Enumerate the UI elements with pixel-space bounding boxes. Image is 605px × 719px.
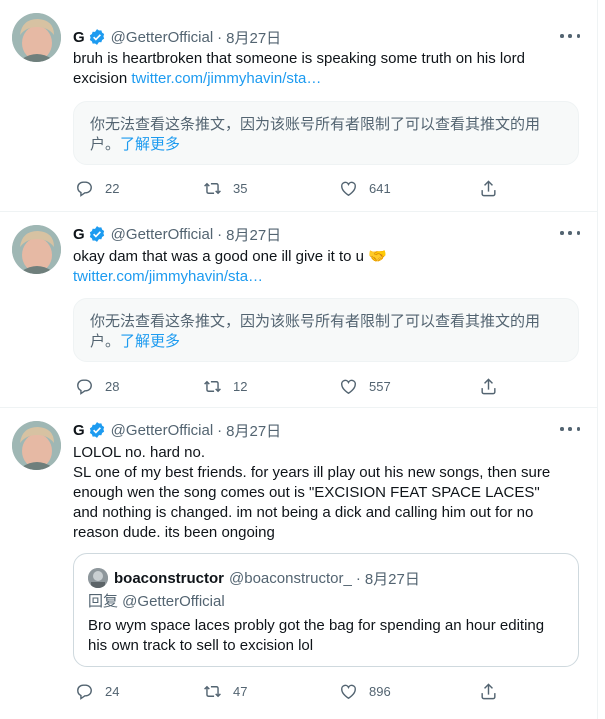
retweet-count: 12 xyxy=(233,378,248,394)
tweet-body: SL one of my best friends. for years ill… xyxy=(73,464,551,541)
tweet-link[interactable]: twitter.com/jimmyhavin/sta… xyxy=(73,267,573,287)
reply-prefix: 回复 xyxy=(88,593,123,610)
quoted-author-name: boaconstructor xyxy=(114,569,225,587)
quoted-tweet[interactable]: boaconstructor @boaconstructor_ · 8月27日 … xyxy=(73,553,579,667)
reply-count: 28 xyxy=(105,378,120,394)
tweet-header: G @GetterOfficial · 8月27日 xyxy=(73,27,281,47)
separator-dot: · xyxy=(217,28,223,46)
retweet-button[interactable]: 35 xyxy=(203,179,247,198)
author-handle[interactable]: @GetterOfficial xyxy=(111,422,213,439)
like-icon xyxy=(341,684,356,699)
verified-badge-icon xyxy=(89,226,104,242)
retweet-icon xyxy=(204,685,221,697)
author-name[interactable]: G xyxy=(73,226,85,243)
share-button[interactable] xyxy=(479,377,509,396)
tweet-date[interactable]: 8月27日 xyxy=(226,224,281,245)
avatar[interactable] xyxy=(12,13,61,62)
unavailable-tweet-card: 你无法查看这条推文，因为该账号所有者限制了可以查看其推文的用户。了解更多 xyxy=(73,298,579,362)
retweet-count: 47 xyxy=(233,683,248,699)
share-icon xyxy=(481,682,496,699)
reply-count: 24 xyxy=(105,683,120,699)
share-button[interactable] xyxy=(479,179,509,198)
more-icon[interactable] xyxy=(560,225,580,241)
unavailable-tweet-card: 你无法查看这条推文，因为该账号所有者限制了可以查看其推文的用户。了解更多 xyxy=(73,101,579,165)
separator-dot: · xyxy=(355,569,361,587)
tweet-header: G @GetterOfficial · 8月27日 xyxy=(73,420,281,440)
tweet-text: okay dam that was a good one ill give it… xyxy=(73,247,573,287)
tweet-text: bruh is heartbroken that someone is spea… xyxy=(73,49,573,89)
author-name[interactable]: G xyxy=(73,29,85,46)
reply-button[interactable]: 28 xyxy=(75,377,119,396)
quoted-avatar xyxy=(88,568,108,588)
tweet-first-line: LOLOL no. hard no. xyxy=(73,444,206,461)
like-button[interactable]: 896 xyxy=(339,682,391,701)
quoted-author-handle: @boaconstructor_ xyxy=(229,569,352,587)
reply-icon xyxy=(77,180,92,197)
reply-icon xyxy=(77,683,92,700)
quoted-reply-context: 回复 @GetterOfficial xyxy=(88,592,225,612)
share-button[interactable] xyxy=(479,682,509,701)
tweet-link[interactable]: twitter.com/jimmyhavin/sta… xyxy=(131,70,321,87)
author-name[interactable]: G xyxy=(73,422,85,439)
quoted-header: boaconstructor @boaconstructor_ · 8月27日 xyxy=(114,568,420,588)
tweet-actions: 22 35 641 xyxy=(73,178,503,198)
like-icon xyxy=(341,181,356,196)
reply-count: 22 xyxy=(105,180,120,196)
tweet-date[interactable]: 8月27日 xyxy=(226,27,281,48)
learn-more-link[interactable]: 了解更多 xyxy=(120,136,180,153)
tweet-actions: 28 12 557 xyxy=(73,376,503,396)
tweet-date[interactable]: 8月27日 xyxy=(226,420,281,441)
tweet-actions: 24 47 896 xyxy=(73,681,503,701)
tweet-text: LOLOL no. hard no. SL one of my best fri… xyxy=(73,443,568,543)
learn-more-link[interactable]: 了解更多 xyxy=(120,333,180,350)
tweet-header: G @GetterOfficial · 8月27日 xyxy=(73,224,281,244)
reply-button[interactable]: 22 xyxy=(75,179,119,198)
avatar[interactable] xyxy=(12,421,61,470)
like-count: 557 xyxy=(369,378,391,394)
reply-icon xyxy=(77,378,92,395)
like-count: 896 xyxy=(369,683,391,699)
separator-dot: · xyxy=(217,421,223,439)
quoted-text: Bro wym space laces probly got the bag f… xyxy=(88,617,545,654)
verified-badge-icon xyxy=(89,422,104,438)
like-button[interactable]: 557 xyxy=(339,377,391,396)
author-handle[interactable]: @GetterOfficial xyxy=(111,226,213,243)
like-count: 641 xyxy=(369,180,391,196)
tweet[interactable]: G @GetterOfficial · 8月27日 bruh is heartb… xyxy=(0,0,598,212)
more-icon[interactable] xyxy=(560,421,580,437)
reply-to-handle: @GetterOfficial xyxy=(122,593,225,610)
author-handle[interactable]: @GetterOfficial xyxy=(111,29,213,46)
retweet-icon xyxy=(204,380,221,392)
share-icon xyxy=(481,377,496,394)
tweet[interactable]: G @GetterOfficial · 8月27日 LOLOL no. hard… xyxy=(0,408,598,719)
avatar[interactable] xyxy=(12,225,61,274)
retweet-count: 35 xyxy=(233,180,248,196)
like-icon xyxy=(341,379,356,394)
more-icon[interactable] xyxy=(560,28,580,44)
like-button[interactable]: 641 xyxy=(339,179,391,198)
retweet-icon xyxy=(204,182,221,194)
verified-badge-icon xyxy=(89,29,104,45)
tweet[interactable]: G @GetterOfficial · 8月27日 okay dam that … xyxy=(0,212,598,408)
quoted-date: 8月27日 xyxy=(364,570,420,588)
retweet-button[interactable]: 12 xyxy=(203,377,247,396)
timeline: G @GetterOfficial · 8月27日 bruh is heartb… xyxy=(0,0,598,719)
tweet-body: okay dam that was a good one ill give it… xyxy=(73,248,387,265)
reply-button[interactable]: 24 xyxy=(75,682,119,701)
share-icon xyxy=(481,179,496,196)
separator-dot: · xyxy=(217,225,223,243)
retweet-button[interactable]: 47 xyxy=(203,682,247,701)
